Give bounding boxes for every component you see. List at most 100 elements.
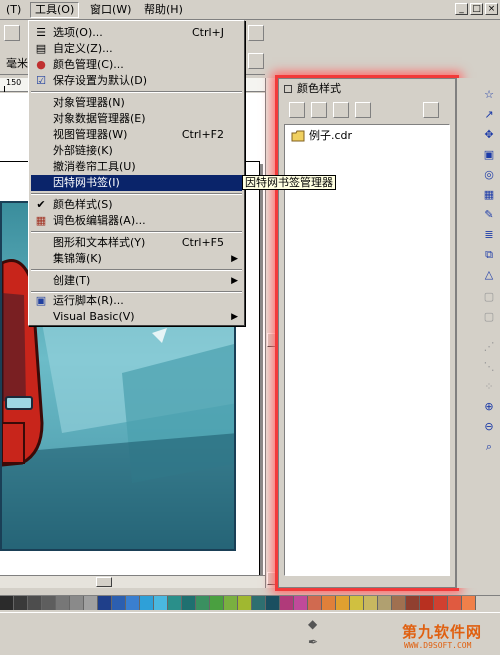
menu-item-create[interactable]: 创建(T) ▶ — [31, 273, 242, 289]
node-icon[interactable]: ⁘ — [481, 380, 497, 394]
menu-item-color-management[interactable]: ● 颜色管理(C)... — [31, 57, 242, 73]
toolbar-button[interactable] — [248, 25, 264, 41]
palette-swatch[interactable] — [448, 596, 462, 610]
palette-swatch[interactable] — [168, 596, 182, 610]
palette-swatch[interactable] — [364, 596, 378, 610]
unlock-icon[interactable]: ▢ — [481, 310, 497, 324]
docker-menu-button[interactable] — [423, 102, 439, 118]
palette-swatch[interactable] — [266, 596, 280, 610]
menu-item-internet-bookmarks[interactable]: 因特网书签(I) — [31, 175, 242, 191]
palette-swatch[interactable] — [126, 596, 140, 610]
file-item[interactable]: 例子.cdr — [291, 129, 352, 143]
lock-icon[interactable]: ▢ — [481, 290, 497, 304]
palette-swatch[interactable] — [378, 596, 392, 610]
palette-swatch[interactable] — [112, 596, 126, 610]
unit-label: 毫米 — [6, 57, 28, 70]
palette-swatch[interactable] — [140, 596, 154, 610]
right-toolbox: ☆ ↗ ✥ ▣ ◎ ▦ ✎ ≣ ⧉ △ ▢ ▢ ⋰ ⋱ ⁘ ⊕ ⊖ ⌕ — [456, 78, 500, 588]
toolbar-button[interactable] — [248, 53, 264, 69]
palette-swatch[interactable] — [238, 596, 252, 610]
menu-help[interactable]: 帮助(H) — [140, 2, 187, 18]
palette-swatch[interactable] — [224, 596, 238, 610]
node-icon[interactable]: ⋱ — [481, 360, 497, 374]
palette-swatch[interactable] — [308, 596, 322, 610]
menu-partial[interactable]: (T) — [2, 2, 25, 18]
menu-separator — [31, 91, 242, 93]
palette-swatch[interactable] — [322, 596, 336, 610]
restore-button[interactable]: □ — [470, 3, 483, 15]
palette-swatch[interactable] — [280, 596, 294, 610]
menu-item-options[interactable]: ☰ 选项(O)... Ctrl+J — [31, 25, 242, 41]
vertical-scrollbar[interactable] — [265, 78, 278, 588]
palette-swatch[interactable] — [84, 596, 98, 610]
palette-swatch[interactable] — [56, 596, 70, 610]
color-management-icon: ● — [36, 58, 46, 71]
menu-item-save-defaults[interactable]: ☑ 保存设置为默认(D) — [31, 73, 242, 89]
horizontal-scroll-thumb[interactable] — [96, 577, 112, 587]
menu-item-scrapbook[interactable]: 集锦簿(K) ▶ — [31, 251, 242, 267]
palette-swatch[interactable] — [182, 596, 196, 610]
star-icon[interactable]: ☆ — [481, 88, 497, 102]
palette-swatch[interactable] — [434, 596, 448, 610]
close-button[interactable]: × — [485, 3, 498, 15]
vertical-scroll-thumb[interactable] — [267, 333, 277, 347]
menu-item-view-manager[interactable]: 视图管理器(W) Ctrl+F2 — [31, 127, 242, 143]
menu-item-graphic-text-styles[interactable]: 图形和文本样式(Y) Ctrl+F5 — [31, 235, 242, 251]
palette-swatch[interactable] — [0, 596, 14, 610]
palette-swatch[interactable] — [14, 596, 28, 610]
menu-item-object-manager[interactable]: 对象管理器(N) — [31, 95, 242, 111]
palette-swatch[interactable] — [196, 596, 210, 610]
menu-item-customize[interactable]: ▤ 自定义(Z)... — [31, 41, 242, 57]
menu-item-run-script[interactable]: ▣ 运行脚本(R)... — [31, 293, 242, 309]
triangle-icon[interactable]: △ — [481, 268, 497, 282]
palette-swatch[interactable] — [210, 596, 224, 610]
palette-swatch[interactable] — [70, 596, 84, 610]
arrange-icon[interactable]: ▣ — [481, 148, 497, 162]
arrow-icon[interactable]: ↗ — [481, 108, 497, 122]
new-style-button[interactable] — [289, 102, 305, 118]
palette-swatch[interactable] — [350, 596, 364, 610]
menu-tools[interactable]: 工具(O) — [30, 2, 80, 18]
edit-style-button[interactable] — [333, 102, 349, 118]
palette-swatch[interactable] — [392, 596, 406, 610]
layers-icon[interactable]: ⧉ — [481, 248, 497, 262]
move-icon[interactable]: ✥ — [481, 128, 497, 142]
palette-swatch[interactable] — [336, 596, 350, 610]
palette-swatch[interactable] — [406, 596, 420, 610]
submenu-arrow-icon: ▶ — [231, 312, 238, 322]
menu-item-color-styles[interactable]: ✔ 颜色样式(S) — [31, 197, 242, 213]
zoom-icon[interactable]: ⌕ — [481, 440, 497, 454]
menu-item-palette-editor[interactable]: ▦ 调色板编辑器(A)... — [31, 213, 242, 229]
menu-item-object-data-manager[interactable]: 对象数据管理器(E) — [31, 111, 242, 127]
palette-swatch[interactable] — [42, 596, 56, 610]
grid-icon[interactable]: ▦ — [481, 188, 497, 202]
palette-swatch[interactable] — [420, 596, 434, 610]
color-bars-icon[interactable]: ≣ — [481, 228, 497, 242]
submenu-arrow-icon: ▶ — [231, 254, 238, 264]
horizontal-scrollbar[interactable] — [0, 575, 265, 588]
node-icon[interactable]: ⋰ — [481, 340, 497, 354]
palette-swatch[interactable] — [252, 596, 266, 610]
target-icon[interactable]: ◎ — [481, 168, 497, 182]
palette-swatch[interactable] — [98, 596, 112, 610]
options-icon: ☰ — [36, 26, 46, 39]
brush-icon[interactable]: ✎ — [481, 208, 497, 222]
menu-window[interactable]: 窗口(W) — [86, 2, 135, 18]
auto-create-button[interactable] — [355, 102, 371, 118]
palette-swatch[interactable] — [154, 596, 168, 610]
styles-list[interactable]: 例子.cdr — [284, 124, 450, 576]
palette-swatch[interactable] — [294, 596, 308, 610]
zoom-out-icon[interactable]: ⊖ — [481, 420, 497, 434]
menu-item-visual-basic[interactable]: Visual Basic(V) ▶ — [31, 309, 242, 325]
zoom-in-icon[interactable]: ⊕ — [481, 400, 497, 414]
scroll-arrow[interactable] — [267, 572, 277, 585]
new-child-button[interactable] — [311, 102, 327, 118]
palette-swatch[interactable] — [28, 596, 42, 610]
minimize-button[interactable]: _ — [455, 3, 468, 15]
toolbar-button[interactable] — [4, 25, 20, 41]
menu-item-external-links[interactable]: 外部链接(K) — [31, 143, 242, 159]
palette-swatch[interactable] — [462, 596, 476, 610]
menu-item-undo-docker[interactable]: 撤消卷帘工具(U) — [31, 159, 242, 175]
file-item-label: 例子.cdr — [309, 129, 353, 142]
menu-separator — [31, 269, 242, 271]
